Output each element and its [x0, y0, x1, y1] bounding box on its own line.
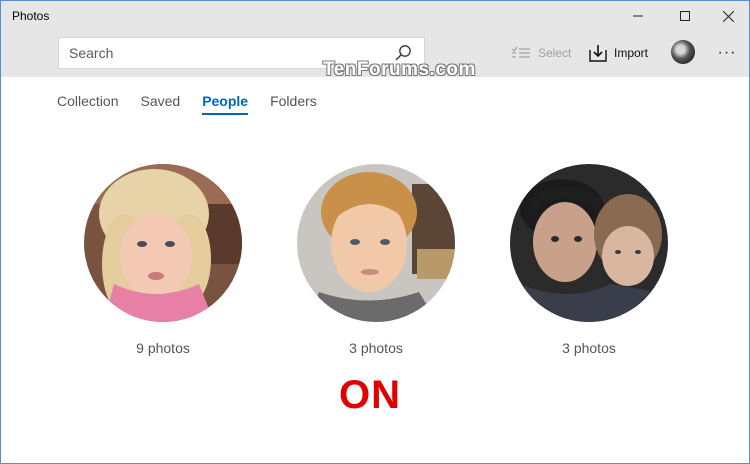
- app-title: Photos: [12, 9, 50, 23]
- portrait-image: [510, 164, 668, 322]
- maximize-button[interactable]: [662, 1, 708, 31]
- import-label: Import: [614, 46, 649, 60]
- on-annotation: ON: [339, 373, 401, 417]
- photos-window: Photos Select: [0, 0, 750, 464]
- photo-count: 3 photos: [349, 340, 403, 356]
- close-icon: [722, 10, 734, 22]
- minimize-button[interactable]: [615, 1, 661, 31]
- person-card[interactable]: 3 photos: [296, 164, 456, 356]
- maximize-icon: [680, 11, 690, 21]
- import-button[interactable]: Import: [589, 41, 648, 65]
- tab-saved[interactable]: Saved: [140, 93, 180, 115]
- tab-people[interactable]: People: [202, 93, 249, 115]
- select-icon: [511, 46, 530, 58]
- select-button[interactable]: Select: [511, 41, 571, 65]
- tab-collection[interactable]: Collection: [57, 93, 118, 115]
- photo-count: 3 photos: [562, 340, 616, 356]
- person-card[interactable]: 3 photos: [509, 164, 669, 356]
- title-bar: Photos: [1, 1, 749, 31]
- watermark: TenForums.com: [323, 59, 476, 80]
- person-portrait[interactable]: [510, 164, 668, 322]
- tab-folders[interactable]: Folders: [270, 93, 317, 115]
- portrait-image: [84, 164, 242, 322]
- portrait-image: [297, 164, 455, 322]
- import-icon: [589, 45, 607, 62]
- minimize-icon: [633, 15, 643, 17]
- nav-tabs: Collection Saved People Folders: [57, 93, 339, 115]
- more-options-button[interactable]: ···: [716, 41, 738, 65]
- close-button[interactable]: [705, 1, 750, 31]
- account-avatar[interactable]: [671, 40, 695, 64]
- person-portrait[interactable]: [297, 164, 455, 322]
- person-card[interactable]: 9 photos: [83, 164, 243, 356]
- person-portrait[interactable]: [84, 164, 242, 322]
- select-label: Select: [538, 46, 572, 60]
- photo-count: 9 photos: [136, 340, 190, 356]
